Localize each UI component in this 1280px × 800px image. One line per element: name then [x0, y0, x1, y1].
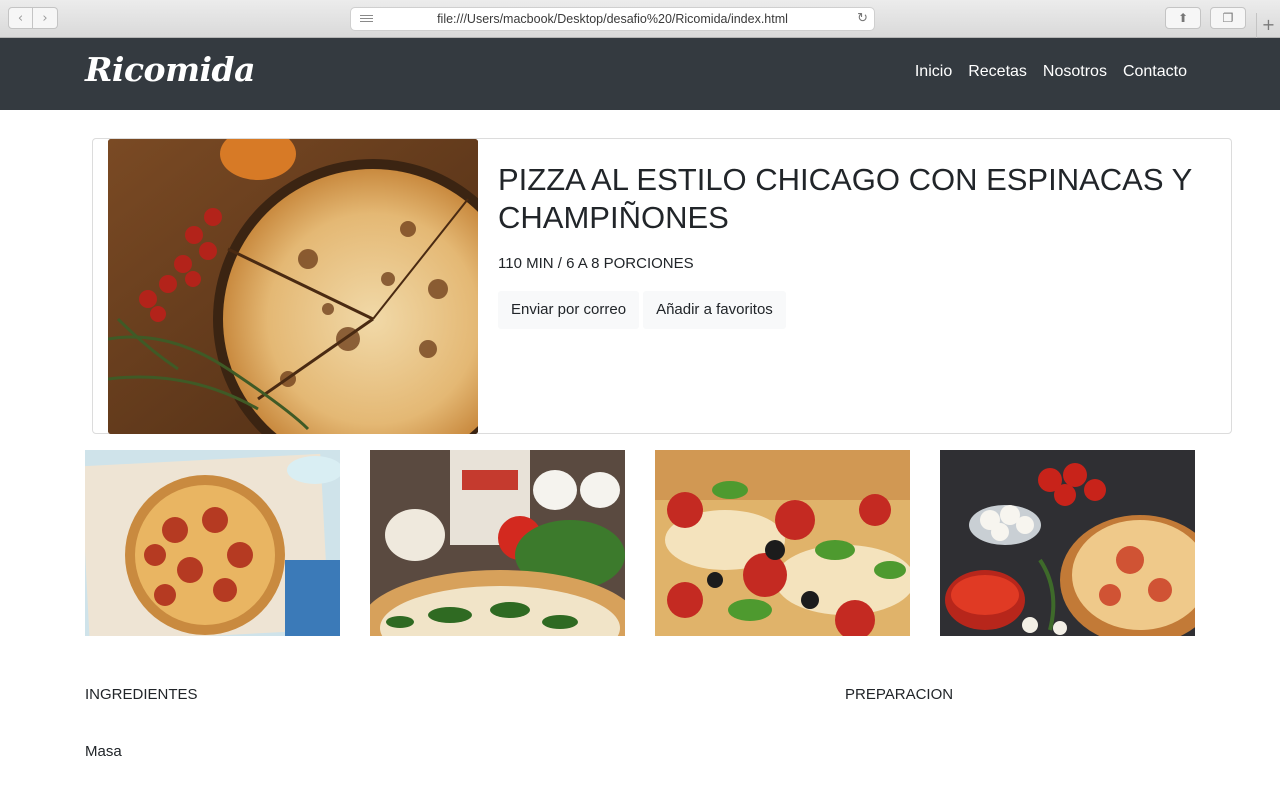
recipe-title: PIZZA AL ESTILO CHICAGO CON ESPINACAS Y … [498, 162, 1192, 235]
nav-links: Inicio Recetas Nosotros Contacto [899, 63, 1187, 81]
pepperoni-pizza-photo[interactable] [85, 450, 340, 636]
ingredients-heading: INGREDIENTES [85, 686, 198, 703]
url-text: file:///Users/macbook/Desktop/desafio%20… [437, 12, 788, 26]
recipe-meta: 110 MIN / 6 A 8 PORCIONES [498, 255, 694, 272]
browser-toolbar: ‹ › file:///Users/macbook/Desktop/desafi… [0, 0, 1280, 38]
back-button[interactable]: ‹ [8, 7, 33, 29]
nav-link-recetas[interactable]: Recetas [968, 63, 1027, 81]
preparation-heading: PREPARACION [845, 686, 954, 703]
site-navbar: Ricomida Inicio Recetas Nosotros Contact… [0, 38, 1280, 110]
chevron-left-icon: ‹ [17, 10, 24, 26]
reload-icon[interactable]: ↻ [857, 11, 868, 26]
new-tab-button[interactable]: + [1256, 13, 1280, 38]
pizza-tomatoes-photo[interactable] [940, 450, 1195, 636]
featured-recipe-card: PIZZA AL ESTILO CHICAGO CON ESPINACAS Y … [92, 138, 1232, 434]
nav-link-contacto[interactable]: Contacto [1123, 63, 1187, 81]
recipe-gallery [85, 450, 1195, 636]
recipe-actions: Enviar por correo Añadir a favoritos [498, 291, 1211, 329]
featured-recipe-body: PIZZA AL ESTILO CHICAGO CON ESPINACAS Y … [498, 161, 1211, 329]
nav-link-inicio[interactable]: Inicio [915, 63, 952, 81]
address-bar[interactable]: file:///Users/macbook/Desktop/desafio%20… [350, 7, 875, 31]
plus-icon: + [1261, 15, 1276, 34]
pizza-closeup-photo[interactable] [655, 450, 910, 636]
dough-subheading: Masa [85, 743, 122, 760]
history-buttons: ‹ › [8, 7, 58, 29]
tabs-button[interactable]: ❐ [1210, 7, 1246, 29]
favorite-button[interactable]: Añadir a favoritos [643, 291, 786, 329]
share-icon: ⬆ [1177, 11, 1189, 25]
share-button[interactable]: ⬆ [1165, 7, 1201, 29]
forward-button[interactable]: › [33, 7, 58, 29]
email-button[interactable]: Enviar por correo [498, 291, 640, 329]
nav-link-nosotros[interactable]: Nosotros [1043, 63, 1107, 81]
brand-logo[interactable]: Ricomida [85, 50, 255, 89]
featured-pizza-photo [108, 139, 478, 434]
pizza-crust-ingredients-photo[interactable] [370, 450, 625, 636]
chevron-right-icon: › [42, 10, 48, 26]
tabs-icon: ❐ [1222, 11, 1234, 25]
